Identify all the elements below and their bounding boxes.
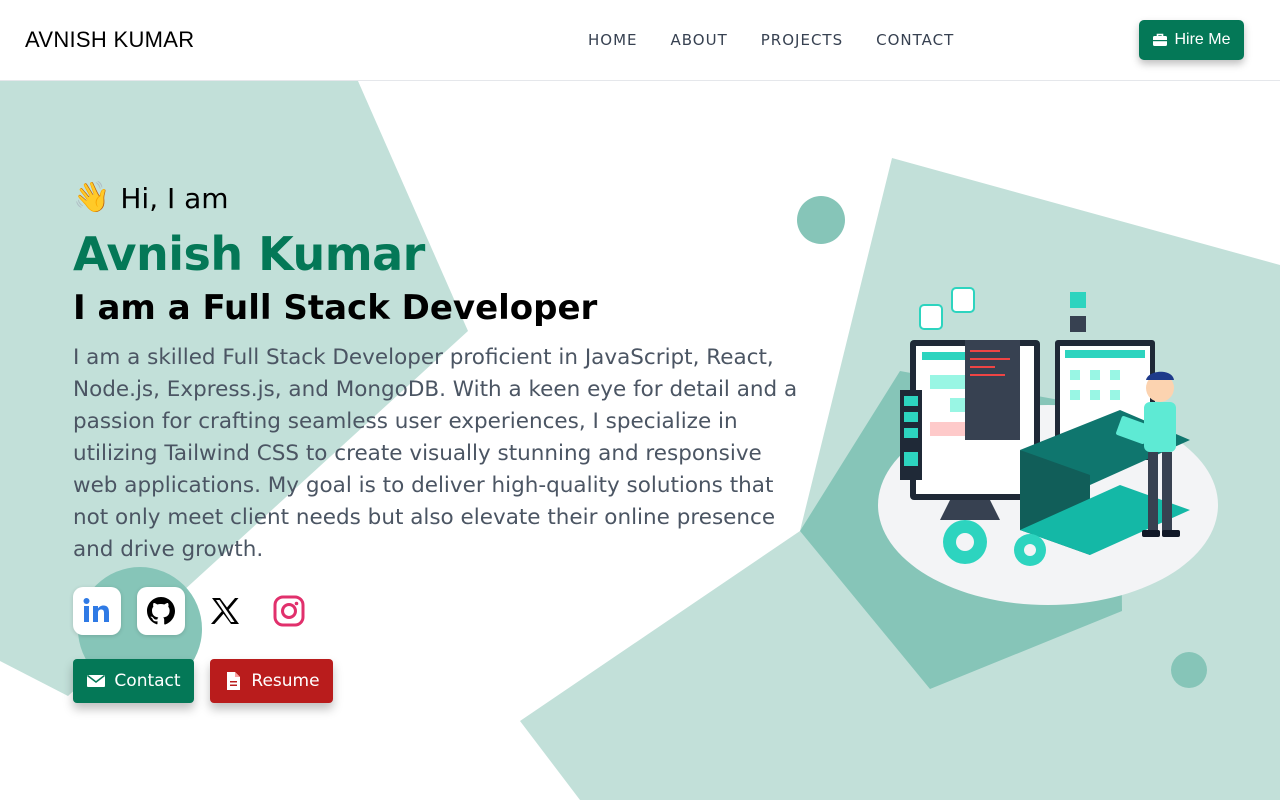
- github-link[interactable]: [137, 587, 185, 635]
- contact-label: Contact: [114, 671, 181, 691]
- brand-logo[interactable]: AVNISH KUMAR: [25, 27, 194, 53]
- hero-actions: Contact Resume: [73, 659, 333, 703]
- resume-label: Resume: [251, 671, 320, 691]
- main-nav: HOME ABOUT PROJECTS CONTACT: [588, 31, 954, 49]
- nav-about[interactable]: ABOUT: [671, 31, 728, 49]
- site-header: AVNISH KUMAR HOME ABOUT PROJECTS CONTACT…: [0, 0, 1280, 81]
- greeting-text: Hi, I am: [120, 181, 229, 215]
- x-icon: [211, 598, 239, 624]
- linkedin-link[interactable]: [73, 587, 121, 635]
- waving-hand-icon: 👋: [73, 180, 111, 215]
- developer-illustration: [878, 287, 1218, 605]
- hero-description: I am a skilled Full Stack Developer prof…: [73, 345, 798, 562]
- x-link[interactable]: [201, 587, 249, 635]
- github-icon: [147, 597, 175, 625]
- instagram-link[interactable]: [265, 587, 313, 635]
- contact-button[interactable]: Contact: [73, 659, 194, 703]
- hire-me-label: Hire Me: [1174, 31, 1231, 48]
- envelope-icon: [87, 674, 106, 687]
- linkedin-icon: [83, 598, 109, 622]
- document-icon: [227, 672, 241, 690]
- briefcase-icon: [1153, 33, 1168, 46]
- nav-home[interactable]: HOME: [588, 31, 638, 49]
- nav-contact[interactable]: CONTACT: [876, 31, 954, 49]
- instagram-icon: [273, 595, 305, 627]
- hero-name: Avnish Kumar: [73, 227, 425, 281]
- hire-me-button[interactable]: Hire Me: [1139, 20, 1244, 60]
- greeting: 👋 Hi, I am: [73, 178, 813, 218]
- resume-button[interactable]: Resume: [210, 659, 333, 703]
- hero-role: I am a Full Stack Developer: [73, 288, 598, 328]
- social-links: [73, 587, 313, 635]
- hero-section: 👋 Hi, I am Avnish Kumar I am a Full Stac…: [73, 178, 813, 566]
- nav-projects[interactable]: PROJECTS: [761, 31, 843, 49]
